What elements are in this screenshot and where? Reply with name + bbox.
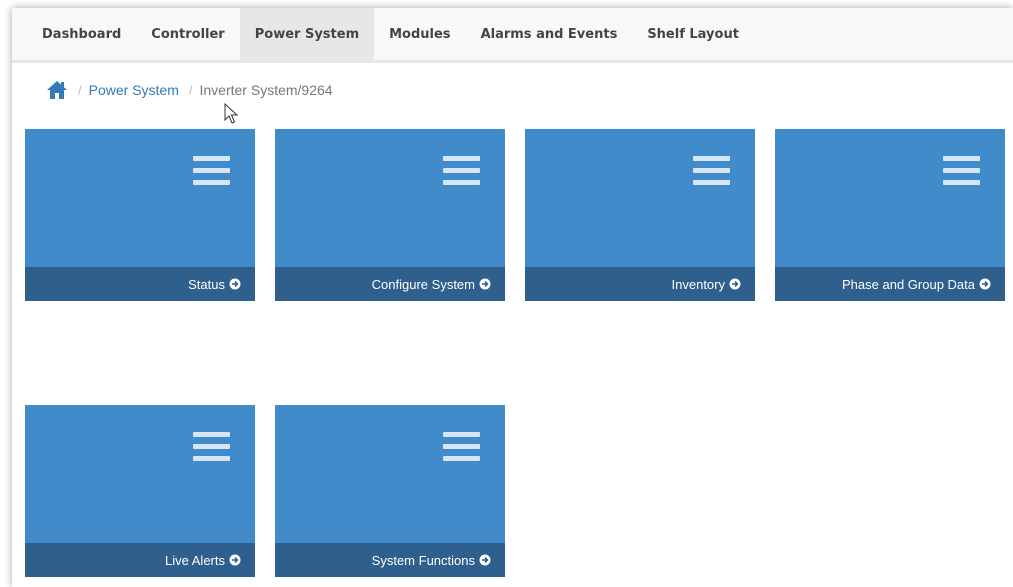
breadcrumb-separator: / (188, 82, 193, 98)
app-window: Dashboard Controller Power System Module… (12, 8, 1013, 587)
tab-modules[interactable]: Modules (374, 8, 465, 60)
tile-phase-and-group-data[interactable]: Phase and Group Data (775, 129, 1005, 301)
breadcrumb: / Power System / Inverter System/9264 (46, 78, 333, 102)
breadcrumb-separator: / (78, 82, 82, 98)
top-navbar: Dashboard Controller Power System Module… (12, 8, 1013, 63)
circle-arrow-right-icon (229, 554, 241, 566)
tile-footer[interactable]: System Functions (275, 543, 505, 577)
tile-footer[interactable]: Live Alerts (25, 543, 255, 577)
tile-label: Inventory (671, 276, 725, 292)
tile-status[interactable]: Status (25, 129, 255, 301)
circle-arrow-right-icon (229, 278, 241, 290)
hamburger-menu-icon (193, 156, 230, 186)
tab-alarms-and-events[interactable]: Alarms and Events (466, 8, 633, 60)
tile-footer[interactable]: Status (25, 267, 255, 301)
hamburger-menu-icon (943, 156, 980, 186)
tab-dashboard[interactable]: Dashboard (12, 8, 136, 60)
tile-label: Configure System (371, 276, 475, 292)
tile-system-functions[interactable]: System Functions (275, 405, 505, 577)
tile-configure-system[interactable]: Configure System (275, 129, 505, 301)
tile-inventory[interactable]: Inventory (525, 129, 755, 301)
tab-controller[interactable]: Controller (136, 8, 239, 60)
tile-footer[interactable]: Phase and Group Data (775, 267, 1005, 301)
hamburger-menu-icon (443, 156, 480, 186)
circle-arrow-right-icon (729, 278, 741, 290)
tile-label: Status (188, 276, 225, 292)
tile-footer[interactable]: Configure System (275, 267, 505, 301)
circle-arrow-right-icon (979, 278, 991, 290)
hamburger-menu-icon (193, 432, 230, 462)
tile-footer[interactable]: Inventory (525, 267, 755, 301)
circle-arrow-right-icon (479, 554, 491, 566)
tab-power-system[interactable]: Power System (239, 8, 375, 60)
mouse-pointer-icon (224, 102, 239, 125)
home-icon[interactable] (46, 80, 68, 100)
tile-label: Live Alerts (165, 552, 225, 568)
tab-shelf-layout[interactable]: Shelf Layout (632, 8, 754, 60)
tile-label: Phase and Group Data (842, 276, 975, 292)
tile-label: System Functions (371, 552, 475, 568)
hamburger-menu-icon (693, 156, 730, 186)
circle-arrow-right-icon (479, 278, 491, 290)
tile-live-alerts[interactable]: Live Alerts (25, 405, 255, 577)
hamburger-menu-icon (443, 432, 480, 462)
breadcrumb-link-power-system[interactable]: Power System (89, 82, 179, 98)
breadcrumb-current: Inverter System/9264 (199, 82, 333, 98)
